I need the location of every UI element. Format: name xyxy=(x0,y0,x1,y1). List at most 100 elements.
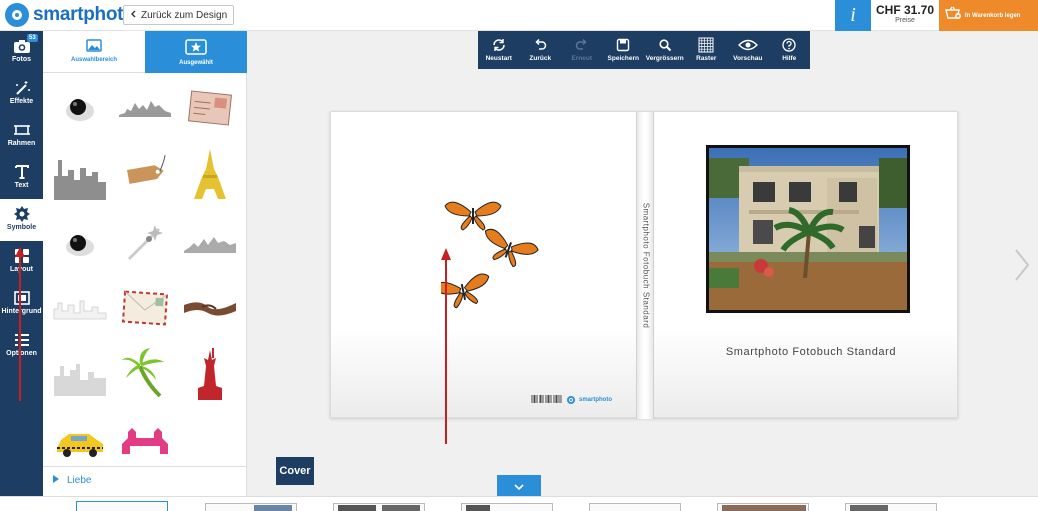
undo-button[interactable]: Zurück xyxy=(520,31,562,69)
symbol-tag-label[interactable] xyxy=(115,145,175,203)
grid-button[interactable]: Raster xyxy=(686,31,728,69)
butterfly-stickers[interactable] xyxy=(441,192,541,312)
spine-text: Smartphoto Fotobuch Standard xyxy=(641,202,651,329)
nav-item-symbole[interactable]: Symbole xyxy=(0,199,43,241)
tab-label: Ausgewählt xyxy=(179,60,213,66)
photo-count-badge: 53 xyxy=(27,34,38,42)
cart-icon xyxy=(945,6,961,25)
symbol-tower-bridge[interactable] xyxy=(115,413,175,471)
cart-label: In Warenkorb legen xyxy=(965,12,1021,19)
price-label: Preise xyxy=(895,17,915,24)
nav-item-rahmen[interactable]: Rahmen xyxy=(0,115,43,157)
save-icon xyxy=(603,35,645,55)
redo-button[interactable]: Erneut xyxy=(561,31,603,69)
refresh-icon xyxy=(478,35,520,55)
tab-label: Auswahlbereich xyxy=(70,57,117,63)
expand-pages-button[interactable] xyxy=(497,475,541,496)
symbol-statue-of-liberty[interactable] xyxy=(180,345,240,403)
price-value: CHF 31.70 xyxy=(875,3,935,17)
symbol-holding-hands[interactable] xyxy=(180,279,240,337)
frame-icon xyxy=(0,121,43,139)
toolbar-label: Speichern xyxy=(607,55,639,62)
symbol-airmail-envelope[interactable] xyxy=(115,279,175,337)
image-icon xyxy=(43,39,145,52)
category-liebe[interactable]: Liebe xyxy=(43,466,247,494)
next-page-chevron-icon[interactable] xyxy=(1013,248,1031,287)
logo-mark-icon xyxy=(567,396,575,404)
nav-item-fotos[interactable]: Fotos 53 xyxy=(0,31,43,73)
back-button-label: Zurück zum Design xyxy=(141,9,228,21)
symbol-skyline-grey[interactable] xyxy=(180,213,240,271)
brand-name: smartphoto xyxy=(33,4,135,25)
nav-item-text[interactable]: Text xyxy=(0,157,43,199)
logo-mark-icon xyxy=(5,3,29,27)
grid-icon xyxy=(686,35,728,55)
symbol-skyline-silhouette[interactable] xyxy=(50,345,110,403)
zoom-button[interactable]: Vergrössern xyxy=(644,31,686,69)
annotation-arrow-icon xyxy=(441,248,451,444)
help-icon xyxy=(769,35,811,55)
symbol-skyline-white[interactable] xyxy=(50,279,110,337)
tab-auswahlbereich[interactable]: Auswahlbereich xyxy=(43,31,145,73)
symbol-palm-tree[interactable] xyxy=(115,345,175,403)
toolbar-label: Vorschau xyxy=(733,55,763,62)
redo-icon xyxy=(561,35,603,55)
preview-button[interactable]: Vorschau xyxy=(727,31,769,69)
back-to-design-button[interactable]: Zurück zum Design xyxy=(123,5,235,25)
top-header: smartphoto Zurück zum Design i CHF 31.70… xyxy=(0,0,1038,31)
help-button[interactable]: Hilfe xyxy=(769,31,811,69)
nav-item-effekte[interactable]: Effekte xyxy=(0,73,43,115)
symbol-postcard-stamp[interactable] xyxy=(180,79,240,137)
toolbar-label: Zurück xyxy=(529,55,552,62)
house-photo-image xyxy=(709,148,907,310)
tab-ausgewaehlt[interactable]: Ausgewählt xyxy=(145,31,247,73)
brand-logo[interactable]: smartphoto xyxy=(5,3,135,27)
page-thumbnail[interactable] xyxy=(76,501,168,511)
cover-photo[interactable] xyxy=(706,145,910,313)
symbol-black-ball-2[interactable] xyxy=(50,213,110,271)
back-cover-brand: smartphoto xyxy=(579,397,612,403)
symbol-taxi-car[interactable] xyxy=(50,413,110,471)
editor-toolbar: Neustart Zurück Erneut Speichern Vergrös… xyxy=(478,31,810,69)
page-thumbnail[interactable] xyxy=(589,503,681,511)
page-thumbnail[interactable] xyxy=(717,503,809,511)
toolbar-label: Neustart xyxy=(485,55,512,62)
barcode-icon xyxy=(531,395,562,403)
nav-label: Fotos xyxy=(11,56,32,63)
toolbar-label: Hilfe xyxy=(782,55,797,62)
left-navigation: Fotos 53 Effekte Rahmen Text Symbole Lay… xyxy=(0,31,43,496)
page-label-cover: Cover xyxy=(276,457,314,485)
text-icon xyxy=(0,163,43,181)
symbol-skyline-shadow[interactable] xyxy=(115,79,175,137)
page-thumbnail[interactable] xyxy=(461,503,553,511)
toolbar-label: Raster xyxy=(696,55,717,62)
symbol-eiffel-tower[interactable] xyxy=(180,145,240,203)
photobook-cover[interactable]: smartphoto Smartphoto Fotobuch Standard xyxy=(330,111,958,419)
annotation-arrow-icon xyxy=(15,247,25,401)
nav-label: Text xyxy=(14,182,29,189)
symbol-comet-sparkle[interactable] xyxy=(115,213,175,271)
nav-label: Symbole xyxy=(6,224,37,231)
chevron-down-icon xyxy=(514,477,524,495)
save-button[interactable]: Speichern xyxy=(603,31,645,69)
page-thumbnail[interactable] xyxy=(205,503,297,511)
chevron-left-icon xyxy=(130,10,137,21)
restart-button[interactable]: Neustart xyxy=(478,31,520,69)
price-display: CHF 31.70 Preise xyxy=(871,0,939,31)
nav-label: Effekte xyxy=(9,98,34,105)
symbol-city-skyline[interactable] xyxy=(50,145,110,203)
symbols-panel: Auswahlbereich Ausgewählt Liebe xyxy=(43,31,247,496)
book-spine[interactable]: Smartphoto Fotobuch Standard xyxy=(636,112,654,419)
add-to-cart-button[interactable]: In Warenkorb legen xyxy=(939,0,1038,31)
cover-title[interactable]: Smartphoto Fotobuch Standard xyxy=(671,346,951,358)
info-icon[interactable]: i xyxy=(835,0,871,31)
symbol-black-ball[interactable] xyxy=(50,79,110,137)
page-thumbnail[interactable] xyxy=(333,503,425,511)
zoom-icon xyxy=(644,35,686,55)
page-thumbnail[interactable] xyxy=(845,503,937,511)
undo-icon xyxy=(520,35,562,55)
barcode-brand: smartphoto xyxy=(531,395,612,405)
toolbar-label: Vergrössern xyxy=(645,55,684,62)
page-thumbnail-strip xyxy=(0,496,1038,511)
symbol-gear-icon xyxy=(0,205,43,223)
